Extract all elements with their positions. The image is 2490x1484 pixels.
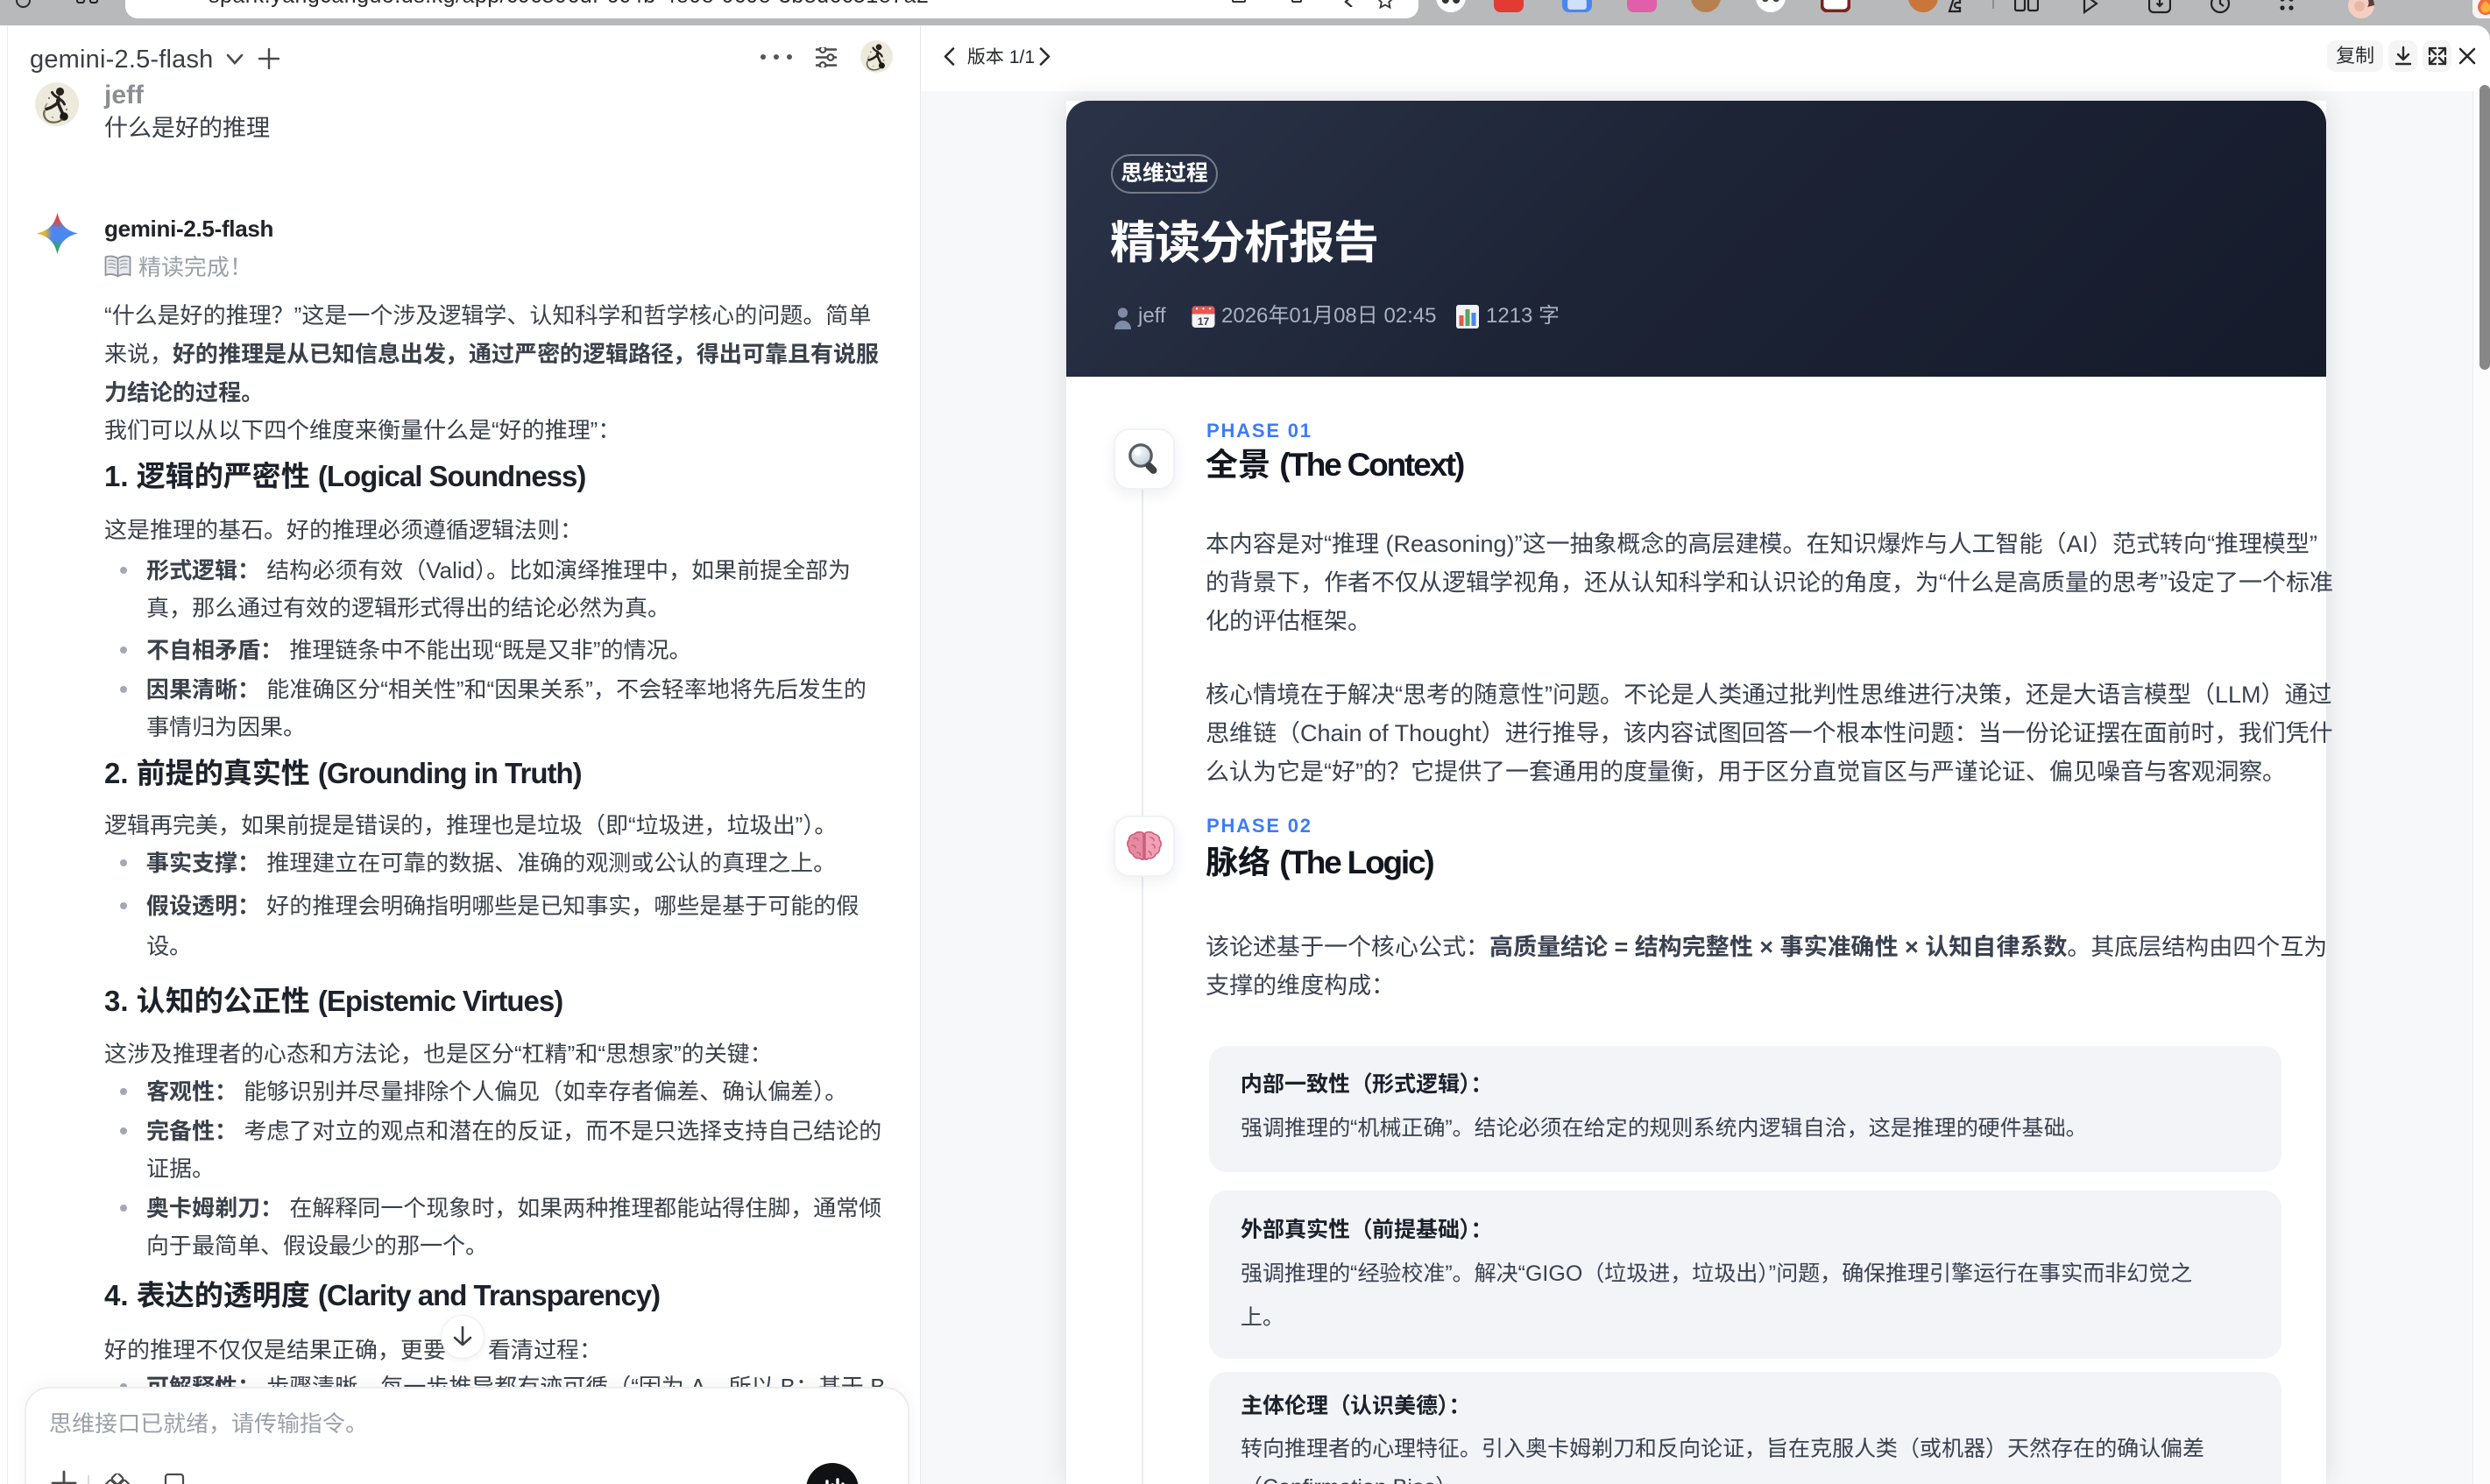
svg-text:17: 17 — [1198, 315, 1210, 328]
